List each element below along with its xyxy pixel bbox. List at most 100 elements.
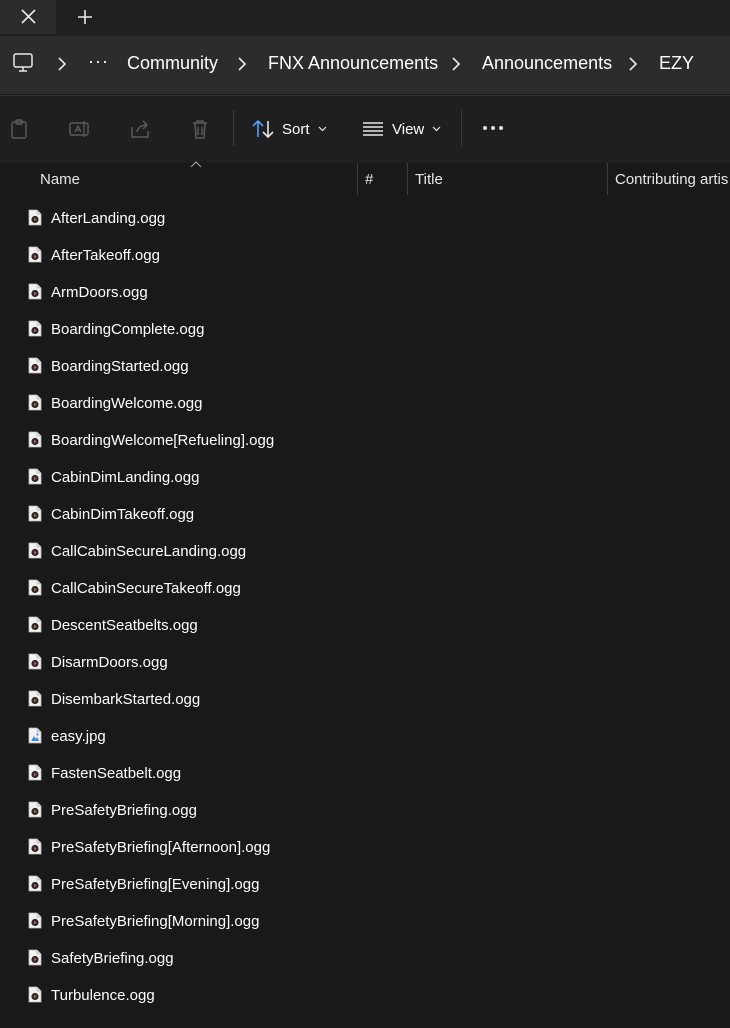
file-row[interactable]: Turbulence.ogg (0, 977, 730, 1014)
tab-bar (0, 0, 730, 36)
column-header-contributing-artists[interactable]: Contributing artis (615, 171, 728, 188)
audio-file-icon (28, 875, 42, 892)
file-row[interactable]: BoardingComplete.ogg (0, 311, 730, 348)
breadcrumb-item-fnx-announcements[interactable]: FNX Announcements (268, 53, 438, 74)
toolbar-divider (461, 110, 462, 146)
command-toolbar: Sort View (0, 95, 730, 164)
chevron-right-icon (452, 57, 461, 71)
new-tab-button[interactable] (72, 4, 98, 30)
view-button[interactable]: View (362, 116, 441, 142)
audio-file-icon (28, 468, 42, 485)
chevron-down-icon (318, 126, 326, 132)
file-name: AfterTakeoff.ogg (51, 247, 160, 264)
file-row[interactable]: DisarmDoors.ogg (0, 644, 730, 681)
chevron-right-icon (629, 57, 638, 71)
file-name: DisembarkStarted.ogg (51, 691, 201, 708)
file-row[interactable]: CallCabinSecureTakeoff.ogg (0, 570, 730, 607)
file-name: DescentSeatbelts.ogg (51, 617, 198, 634)
file-name: BoardingWelcome[Refueling].ogg (51, 432, 275, 449)
column-header-title[interactable]: Title (415, 171, 443, 188)
file-name: PreSafetyBriefing[Morning].ogg (51, 913, 260, 930)
audio-file-icon (28, 246, 42, 263)
file-name: PreSafetyBriefing[Evening].ogg (51, 876, 260, 893)
file-row[interactable]: BoardingWelcome.ogg (0, 385, 730, 422)
file-name: BoardingWelcome.ogg (51, 395, 203, 412)
file-row[interactable]: PreSafetyBriefing.ogg (0, 792, 730, 829)
file-name: SafetyBriefing.ogg (51, 950, 174, 967)
toolbar-divider (233, 110, 234, 146)
breadcrumb-item-announcements[interactable]: Announcements (482, 53, 612, 74)
file-row[interactable]: SafetyBriefing.ogg (0, 940, 730, 977)
file-name: BoardingStarted.ogg (51, 358, 189, 375)
audio-file-icon (28, 949, 42, 966)
file-name: FastenSeatbelt.ogg (51, 765, 182, 782)
file-row[interactable]: DescentSeatbelts.ogg (0, 607, 730, 644)
chevron-right-icon (58, 57, 67, 71)
file-name: PreSafetyBriefing[Afternoon].ogg (51, 839, 271, 856)
file-name: PreSafetyBriefing.ogg (51, 802, 197, 819)
file-name: AfterLanding.ogg (51, 210, 166, 227)
file-row[interactable]: BoardingWelcome[Refueling].ogg (0, 422, 730, 459)
file-row[interactable]: PreSafetyBriefing[Evening].ogg (0, 866, 730, 903)
file-name: CabinDimTakeoff.ogg (51, 506, 195, 523)
file-row[interactable]: FastenSeatbelt.ogg (0, 755, 730, 792)
file-row[interactable]: CabinDimLanding.ogg (0, 459, 730, 496)
file-name: CabinDimLanding.ogg (51, 469, 200, 486)
audio-file-icon (28, 431, 42, 448)
more-icon[interactable] (482, 122, 504, 134)
breadcrumb-item-community[interactable]: Community (127, 53, 218, 74)
file-name: CallCabinSecureLanding.ogg (51, 543, 247, 560)
column-header-name[interactable]: Name (40, 171, 80, 188)
sort-label: Sort (282, 120, 310, 138)
share-icon[interactable] (129, 118, 151, 140)
file-row[interactable]: ArmDoors.ogg (0, 274, 730, 311)
computer-icon[interactable] (12, 52, 34, 74)
audio-file-icon (28, 912, 42, 929)
file-row[interactable]: easy.jpg (0, 718, 730, 755)
file-name: DisarmDoors.ogg (51, 654, 168, 671)
audio-file-icon (28, 209, 42, 226)
file-name: easy.jpg (51, 728, 106, 745)
file-row[interactable]: CabinDimTakeoff.ogg (0, 496, 730, 533)
chevron-right-icon (238, 57, 247, 71)
sort-icon (252, 119, 274, 139)
breadcrumb-item-ezy[interactable]: EZY (659, 53, 694, 74)
file-row[interactable]: CallCabinSecureLanding.ogg (0, 533, 730, 570)
chevron-down-icon (432, 126, 441, 132)
audio-file-icon (28, 394, 42, 411)
file-row[interactable]: BoardingStarted.ogg (0, 348, 730, 385)
rename-icon[interactable] (68, 118, 90, 140)
file-name: CallCabinSecureTakeoff.ogg (51, 580, 241, 597)
audio-file-icon (28, 764, 42, 781)
audio-file-icon (28, 320, 42, 337)
breadcrumb-overflow-button[interactable]: ··· (88, 52, 108, 72)
file-row[interactable]: PreSafetyBriefing[Morning].ogg (0, 903, 730, 940)
column-resize-handle[interactable] (607, 163, 608, 195)
image-file-icon (28, 727, 42, 744)
column-header-number[interactable]: # (365, 171, 373, 188)
delete-icon[interactable] (189, 118, 211, 140)
column-header-row: Name # Title Contributing artis (0, 161, 730, 196)
audio-file-icon (28, 505, 42, 522)
paste-icon[interactable] (8, 118, 30, 140)
audio-file-icon (28, 690, 42, 707)
audio-file-icon (28, 801, 42, 818)
file-row[interactable]: AfterLanding.ogg (0, 200, 730, 237)
close-icon (21, 9, 36, 24)
file-row[interactable]: PreSafetyBriefing[Afternoon].ogg (0, 829, 730, 866)
view-label: View (392, 120, 425, 138)
audio-file-icon (28, 653, 42, 670)
audio-file-icon (28, 616, 42, 633)
sort-button[interactable]: Sort (252, 116, 327, 142)
column-resize-handle[interactable] (357, 163, 358, 195)
audio-file-icon (28, 986, 42, 1003)
audio-file-icon (28, 579, 42, 596)
audio-file-icon (28, 542, 42, 559)
tab-close-button[interactable] (0, 0, 56, 34)
column-resize-handle[interactable] (407, 163, 408, 195)
file-row[interactable]: DisembarkStarted.ogg (0, 681, 730, 718)
audio-file-icon (28, 357, 42, 374)
plus-icon (78, 10, 92, 24)
file-list: AfterLanding.ogg AfterTakeoff.ogg ArmDoors… (0, 200, 730, 1014)
file-row[interactable]: AfterTakeoff.ogg (0, 237, 730, 274)
